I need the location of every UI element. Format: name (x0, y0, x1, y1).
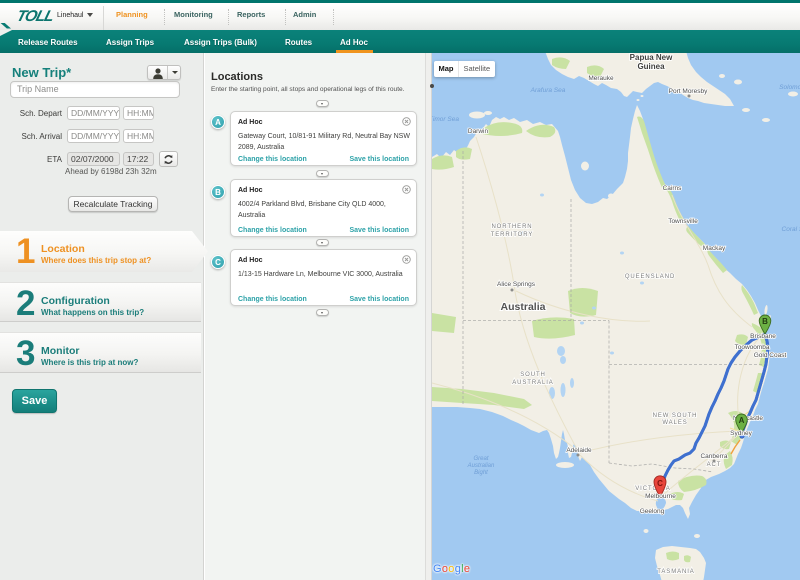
svg-text:Merauke: Merauke (588, 75, 614, 82)
svg-text:TASMANIA: TASMANIA (657, 569, 694, 575)
svg-text:TERRITORY: TERRITORY (491, 232, 534, 238)
svg-text:Papua New: Papua New (630, 53, 673, 62)
svg-text:B: B (762, 317, 768, 326)
svg-text:NEW SOUTH: NEW SOUTH (653, 413, 698, 419)
svg-text:Gold Coast: Gold Coast (754, 352, 787, 359)
svg-text:Melbourne: Melbourne (645, 493, 676, 500)
svg-text:Brisbane: Brisbane (750, 333, 776, 340)
svg-text:Geelong: Geelong (640, 508, 665, 515)
svg-text:Arafura Sea: Arafura Sea (530, 87, 566, 94)
svg-text:Townsville: Townsville (668, 218, 698, 225)
svg-text:Toowoomba: Toowoomba (734, 344, 769, 351)
svg-text:SOUTH: SOUTH (520, 372, 546, 378)
svg-text:WALES: WALES (662, 420, 687, 426)
svg-text:Great: Great (473, 456, 488, 462)
svg-text:A: A (739, 416, 745, 425)
svg-text:Darwin: Darwin (468, 128, 489, 135)
svg-text:NORTHERN: NORTHERN (491, 224, 532, 230)
svg-text:AUSTRALIA: AUSTRALIA (512, 380, 553, 386)
svg-text:Bight: Bight (474, 470, 488, 476)
svg-text:ACT: ACT (707, 462, 722, 468)
svg-text:VICTORIA: VICTORIA (635, 486, 670, 492)
svg-text:Adelaide: Adelaide (566, 447, 592, 454)
svg-text:Solomon: Solomon (779, 84, 800, 91)
svg-text:QUEENSLAND: QUEENSLAND (625, 274, 675, 280)
svg-text:Guinea: Guinea (637, 62, 665, 71)
svg-text:Port Moresby: Port Moresby (669, 88, 708, 95)
svg-text:Australia: Australia (501, 301, 546, 313)
svg-text:TOLL: TOLL (15, 8, 56, 25)
svg-text:Alice Springs: Alice Springs (497, 281, 536, 288)
svg-text:C: C (657, 479, 663, 488)
svg-text:Cairns: Cairns (663, 185, 683, 192)
svg-text:Mackay: Mackay (703, 245, 726, 252)
svg-text:Sydney: Sydney (730, 430, 752, 437)
svg-text:Australian: Australian (467, 463, 495, 469)
svg-text:Coral Sea: Coral Sea (782, 226, 800, 233)
svg-text:Timor Sea: Timor Sea (432, 116, 459, 123)
svg-text:Canberra: Canberra (700, 453, 727, 460)
